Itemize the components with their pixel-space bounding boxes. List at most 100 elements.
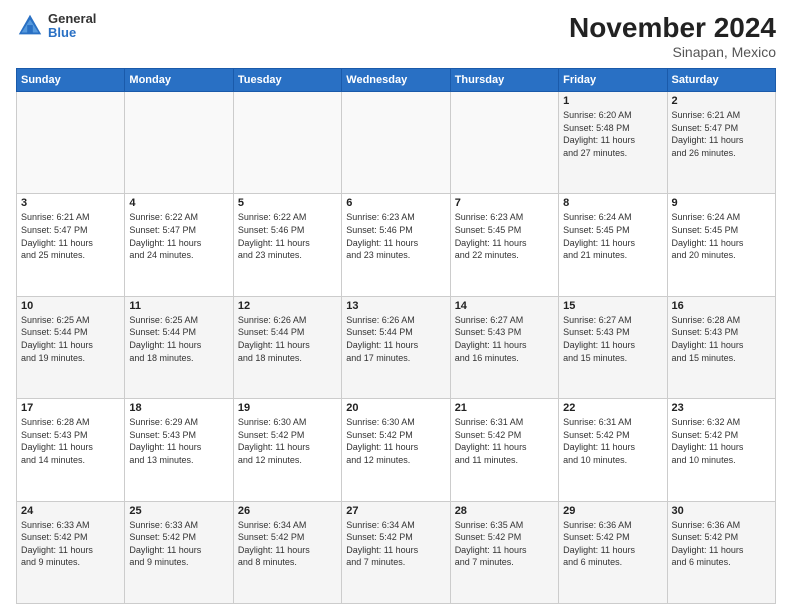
day-number: 29 xyxy=(563,505,662,517)
day-number: 21 xyxy=(455,402,554,414)
calendar-week-4: 17Sunrise: 6:28 AM Sunset: 5:43 PM Dayli… xyxy=(17,399,776,501)
day-number: 28 xyxy=(455,505,554,517)
calendar-cell: 10Sunrise: 6:25 AM Sunset: 5:44 PM Dayli… xyxy=(17,296,125,398)
day-number: 11 xyxy=(129,300,228,312)
day-number: 20 xyxy=(346,402,445,414)
calendar-cell: 16 Sunrise: 6:28 AM Sunset: 5:43 PM Dayli… xyxy=(667,296,775,398)
weekday-header-friday: Friday xyxy=(559,69,667,92)
day-info: Sunrise: 6:33 AM Sunset: 5:42 PM Dayligh… xyxy=(21,519,120,569)
calendar-cell xyxy=(342,92,450,194)
logo-text: General Blue xyxy=(48,12,96,41)
calendar-cell: 23Sunrise: 6:32 AM Sunset: 5:42 PM Dayli… xyxy=(667,399,775,501)
day-number: 6 xyxy=(346,197,445,209)
calendar-title: November 2024 xyxy=(569,12,776,44)
day-number: 12 xyxy=(238,300,337,312)
day-number: 16 xyxy=(672,300,771,312)
calendar-cell: 3 Sunrise: 6:21 AM Sunset: 5:47 PM Daylig… xyxy=(17,194,125,296)
calendar-cell: 22 Sunrise: 6:31 AM Sunset: 5:42 PM Dayli… xyxy=(559,399,667,501)
weekday-header-saturday: Saturday xyxy=(667,69,775,92)
calendar-cell: 15 Sunrise: 6:27 AM Sunset: 5:43 PM Dayli… xyxy=(559,296,667,398)
calendar-header: SundayMondayTuesdayWednesdayThursdayFrid… xyxy=(17,69,776,92)
calendar-cell: 11 Sunrise: 6:25 AM Sunset: 5:44 PM Dayli… xyxy=(125,296,233,398)
calendar-week-3: 10Sunrise: 6:25 AM Sunset: 5:44 PM Dayli… xyxy=(17,296,776,398)
calendar-cell xyxy=(17,92,125,194)
day-number: 14 xyxy=(455,300,554,312)
calendar-cell: 27Sunrise: 6:34 AM Sunset: 5:42 PM Dayli… xyxy=(342,501,450,603)
calendar-cell: 17Sunrise: 6:28 AM Sunset: 5:43 PM Dayli… xyxy=(17,399,125,501)
day-info: Sunrise: 6:31 AM Sunset: 5:42 PM Dayligh… xyxy=(563,416,662,466)
calendar-cell: 13 Sunrise: 6:26 AM Sunset: 5:44 PM Dayli… xyxy=(342,296,450,398)
day-number: 24 xyxy=(21,505,120,517)
title-section: November 2024 Sinapan, Mexico xyxy=(569,12,776,60)
day-info: Sunrise: 6:27 AM Sunset: 5:43 PM Dayligh… xyxy=(563,314,662,364)
day-info: Sunrise: 6:22 AM Sunset: 5:46 PM Dayligh… xyxy=(238,211,337,261)
day-info: Sunrise: 6:28 AM Sunset: 5:43 PM Dayligh… xyxy=(672,314,771,364)
calendar-cell: 26 Sunrise: 6:34 AM Sunset: 5:42 PM Dayli… xyxy=(233,501,341,603)
header-row: SundayMondayTuesdayWednesdayThursdayFrid… xyxy=(17,69,776,92)
day-number: 7 xyxy=(455,197,554,209)
calendar-cell: 14Sunrise: 6:27 AM Sunset: 5:43 PM Dayli… xyxy=(450,296,558,398)
day-info: Sunrise: 6:29 AM Sunset: 5:43 PM Dayligh… xyxy=(129,416,228,466)
calendar-cell: 30Sunrise: 6:36 AM Sunset: 5:42 PM Dayli… xyxy=(667,501,775,603)
day-number: 9 xyxy=(672,197,771,209)
calendar-cell: 28 Sunrise: 6:35 AM Sunset: 5:42 PM Dayli… xyxy=(450,501,558,603)
calendar-cell: 29 Sunrise: 6:36 AM Sunset: 5:42 PM Dayli… xyxy=(559,501,667,603)
calendar-cell xyxy=(125,92,233,194)
day-number: 8 xyxy=(563,197,662,209)
day-number: 3 xyxy=(21,197,120,209)
calendar-table: SundayMondayTuesdayWednesdayThursdayFrid… xyxy=(16,68,776,604)
day-number: 26 xyxy=(238,505,337,517)
day-info: Sunrise: 6:30 AM Sunset: 5:42 PM Dayligh… xyxy=(238,416,337,466)
day-info: Sunrise: 6:26 AM Sunset: 5:44 PM Dayligh… xyxy=(238,314,337,364)
weekday-header-thursday: Thursday xyxy=(450,69,558,92)
day-number: 30 xyxy=(672,505,771,517)
calendar-cell: 25Sunrise: 6:33 AM Sunset: 5:42 PM Dayli… xyxy=(125,501,233,603)
day-number: 22 xyxy=(563,402,662,414)
logo-icon xyxy=(16,12,44,40)
day-info: Sunrise: 6:21 AM Sunset: 5:47 PM Dayligh… xyxy=(672,109,771,159)
weekday-header-sunday: Sunday xyxy=(17,69,125,92)
day-info: Sunrise: 6:33 AM Sunset: 5:42 PM Dayligh… xyxy=(129,519,228,569)
calendar-cell: 12 Sunrise: 6:26 AM Sunset: 5:44 PM Dayli… xyxy=(233,296,341,398)
day-number: 15 xyxy=(563,300,662,312)
calendar-cell: 7Sunrise: 6:23 AM Sunset: 5:45 PM Daylig… xyxy=(450,194,558,296)
calendar-cell xyxy=(233,92,341,194)
day-info: Sunrise: 6:28 AM Sunset: 5:43 PM Dayligh… xyxy=(21,416,120,466)
day-number: 13 xyxy=(346,300,445,312)
calendar-cell: 9Sunrise: 6:24 AM Sunset: 5:45 PM Daylig… xyxy=(667,194,775,296)
day-info: Sunrise: 6:26 AM Sunset: 5:44 PM Dayligh… xyxy=(346,314,445,364)
calendar-page: General Blue November 2024 Sinapan, Mexi… xyxy=(0,0,792,612)
calendar-body: 1Sunrise: 6:20 AM Sunset: 5:48 PM Daylig… xyxy=(17,92,776,604)
calendar-cell: 21 Sunrise: 6:31 AM Sunset: 5:42 PM Dayli… xyxy=(450,399,558,501)
calendar-cell: 19 Sunrise: 6:30 AM Sunset: 5:42 PM Dayli… xyxy=(233,399,341,501)
calendar-cell: 2Sunrise: 6:21 AM Sunset: 5:47 PM Daylig… xyxy=(667,92,775,194)
day-info: Sunrise: 6:23 AM Sunset: 5:46 PM Dayligh… xyxy=(346,211,445,261)
day-info: Sunrise: 6:21 AM Sunset: 5:47 PM Dayligh… xyxy=(21,211,120,261)
day-info: Sunrise: 6:35 AM Sunset: 5:42 PM Dayligh… xyxy=(455,519,554,569)
day-number: 27 xyxy=(346,505,445,517)
day-info: Sunrise: 6:24 AM Sunset: 5:45 PM Dayligh… xyxy=(563,211,662,261)
weekday-header-monday: Monday xyxy=(125,69,233,92)
weekday-header-wednesday: Wednesday xyxy=(342,69,450,92)
logo-blue: Blue xyxy=(48,25,76,40)
day-number: 5 xyxy=(238,197,337,209)
calendar-cell: 8 Sunrise: 6:24 AM Sunset: 5:45 PM Daylig… xyxy=(559,194,667,296)
calendar-cell: 4Sunrise: 6:22 AM Sunset: 5:47 PM Daylig… xyxy=(125,194,233,296)
calendar-week-2: 3 Sunrise: 6:21 AM Sunset: 5:47 PM Daylig… xyxy=(17,194,776,296)
day-info: Sunrise: 6:20 AM Sunset: 5:48 PM Dayligh… xyxy=(563,109,662,159)
day-info: Sunrise: 6:30 AM Sunset: 5:42 PM Dayligh… xyxy=(346,416,445,466)
day-info: Sunrise: 6:31 AM Sunset: 5:42 PM Dayligh… xyxy=(455,416,554,466)
calendar-cell: 18Sunrise: 6:29 AM Sunset: 5:43 PM Dayli… xyxy=(125,399,233,501)
day-info: Sunrise: 6:22 AM Sunset: 5:47 PM Dayligh… xyxy=(129,211,228,261)
day-info: Sunrise: 6:25 AM Sunset: 5:44 PM Dayligh… xyxy=(21,314,120,364)
day-number: 19 xyxy=(238,402,337,414)
day-info: Sunrise: 6:36 AM Sunset: 5:42 PM Dayligh… xyxy=(563,519,662,569)
logo: General Blue xyxy=(16,12,96,41)
calendar-cell: 24 Sunrise: 6:33 AM Sunset: 5:42 PM Dayli… xyxy=(17,501,125,603)
calendar-cell: 5 Sunrise: 6:22 AM Sunset: 5:46 PM Daylig… xyxy=(233,194,341,296)
logo-general: General xyxy=(48,11,96,26)
day-info: Sunrise: 6:25 AM Sunset: 5:44 PM Dayligh… xyxy=(129,314,228,364)
day-info: Sunrise: 6:34 AM Sunset: 5:42 PM Dayligh… xyxy=(238,519,337,569)
header: General Blue November 2024 Sinapan, Mexi… xyxy=(16,12,776,60)
calendar-cell: 20 Sunrise: 6:30 AM Sunset: 5:42 PM Dayli… xyxy=(342,399,450,501)
